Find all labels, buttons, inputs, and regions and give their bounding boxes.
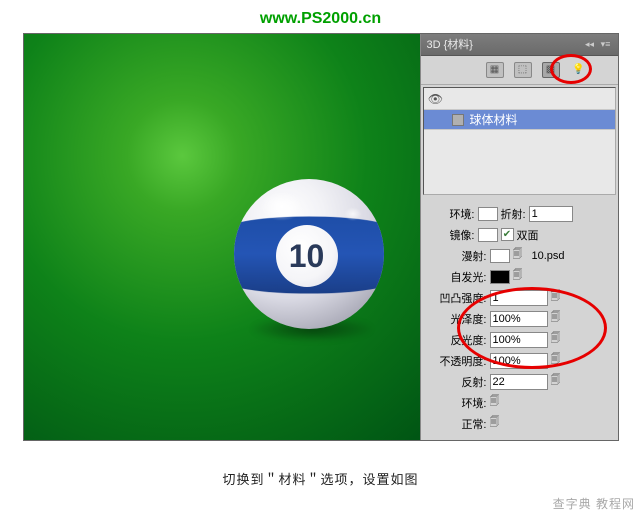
panel-title: 3D {材料}	[427, 36, 473, 52]
panel-collapse-icon[interactable]: ◂◂	[584, 39, 596, 49]
env2-label: 环境:	[425, 395, 487, 411]
app-frame: 10 3D {材料} ◂◂ ▾≡ ▦ ⬚ ▩ 💡	[23, 33, 619, 441]
bump-input[interactable]	[490, 290, 548, 306]
reflectivity-label: 反光度:	[425, 332, 487, 348]
opacity-input[interactable]	[490, 353, 548, 369]
reflection-input[interactable]	[490, 374, 548, 390]
diffuse-file: 10.psd	[532, 250, 565, 262]
material-item-selected[interactable]: 球体材料	[424, 110, 615, 130]
instruction-caption: 切换到＂材料＂选项，设置如图	[20, 441, 621, 488]
panel-header[interactable]: 3D {材料} ◂◂ ▾≡	[421, 34, 618, 56]
billiard-ball[interactable]: 10	[234, 179, 384, 329]
panel-menu-icon[interactable]: ▾≡	[600, 39, 612, 49]
mirror-swatch[interactable]	[478, 228, 498, 242]
material-properties: 环境: 折射: 镜像: ✔ 双面 漫射: 🗐 10.psd	[421, 197, 618, 440]
self-illum-map-icon[interactable]: 🗐	[513, 270, 529, 284]
reflectivity-map-icon[interactable]: 🗐	[551, 333, 567, 347]
gloss-input[interactable]	[490, 311, 548, 327]
diffuse-label: 漫射:	[425, 248, 487, 264]
visibility-eye-icon[interactable]: 👁	[424, 92, 448, 106]
gloss-map-icon[interactable]: 🗐	[551, 312, 567, 326]
env-swatch[interactable]	[478, 207, 498, 221]
ball-highlight	[259, 191, 304, 221]
light-tab-icon[interactable]: 💡	[570, 62, 588, 78]
self-illum-swatch[interactable]	[490, 270, 510, 284]
diffuse-map-icon[interactable]: 🗐	[513, 249, 529, 263]
self-illum-label: 自发光:	[425, 269, 487, 285]
reflection-map-icon[interactable]: 🗐	[551, 375, 567, 389]
materials-tab-icon[interactable]: ▩	[542, 62, 560, 78]
env-map-icon[interactable]: 🗐	[490, 396, 506, 410]
material-name: 球体材料	[470, 111, 518, 128]
footer-watermark: 查字典 教程网	[553, 495, 635, 512]
material-list: 👁 球体材料	[423, 87, 616, 195]
mirror-label: 镜像:	[425, 227, 475, 243]
env-label: 环境:	[425, 206, 475, 222]
diffuse-swatch[interactable]	[490, 249, 510, 263]
ball-number-circle: 10	[276, 225, 338, 287]
material-swatch-icon	[452, 114, 464, 126]
opacity-map-icon[interactable]: 🗐	[551, 354, 567, 368]
url-watermark: www.PS2000.cn	[20, 10, 621, 33]
bump-label: 凹凸强度:	[425, 290, 487, 306]
normal-label: 正常:	[425, 416, 487, 432]
normal-map-icon[interactable]: 🗐	[490, 417, 506, 431]
ball-highlight-small	[344, 207, 362, 221]
canvas-viewport[interactable]: 10	[24, 34, 420, 440]
materials-panel: 3D {材料} ◂◂ ▾≡ ▦ ⬚ ▩ 💡 👁 球体材料	[420, 34, 618, 440]
double-sided-label: 双面	[517, 227, 539, 243]
panel-mode-tabs: ▦ ⬚ ▩ 💡	[421, 56, 618, 85]
refract-label: 折射:	[501, 206, 526, 222]
double-sided-checkbox[interactable]: ✔	[501, 228, 514, 241]
opacity-label: 不透明度:	[425, 353, 487, 369]
refract-input[interactable]	[529, 206, 573, 222]
reflection-label: 反射:	[425, 374, 487, 390]
bump-map-icon[interactable]: 🗐	[551, 291, 567, 305]
reflectivity-input[interactable]	[490, 332, 548, 348]
mesh-tab-icon[interactable]: ⬚	[514, 62, 532, 78]
material-list-header[interactable]: 👁	[424, 88, 615, 110]
scene-tab-icon[interactable]: ▦	[486, 62, 504, 78]
gloss-label: 光泽度:	[425, 311, 487, 327]
